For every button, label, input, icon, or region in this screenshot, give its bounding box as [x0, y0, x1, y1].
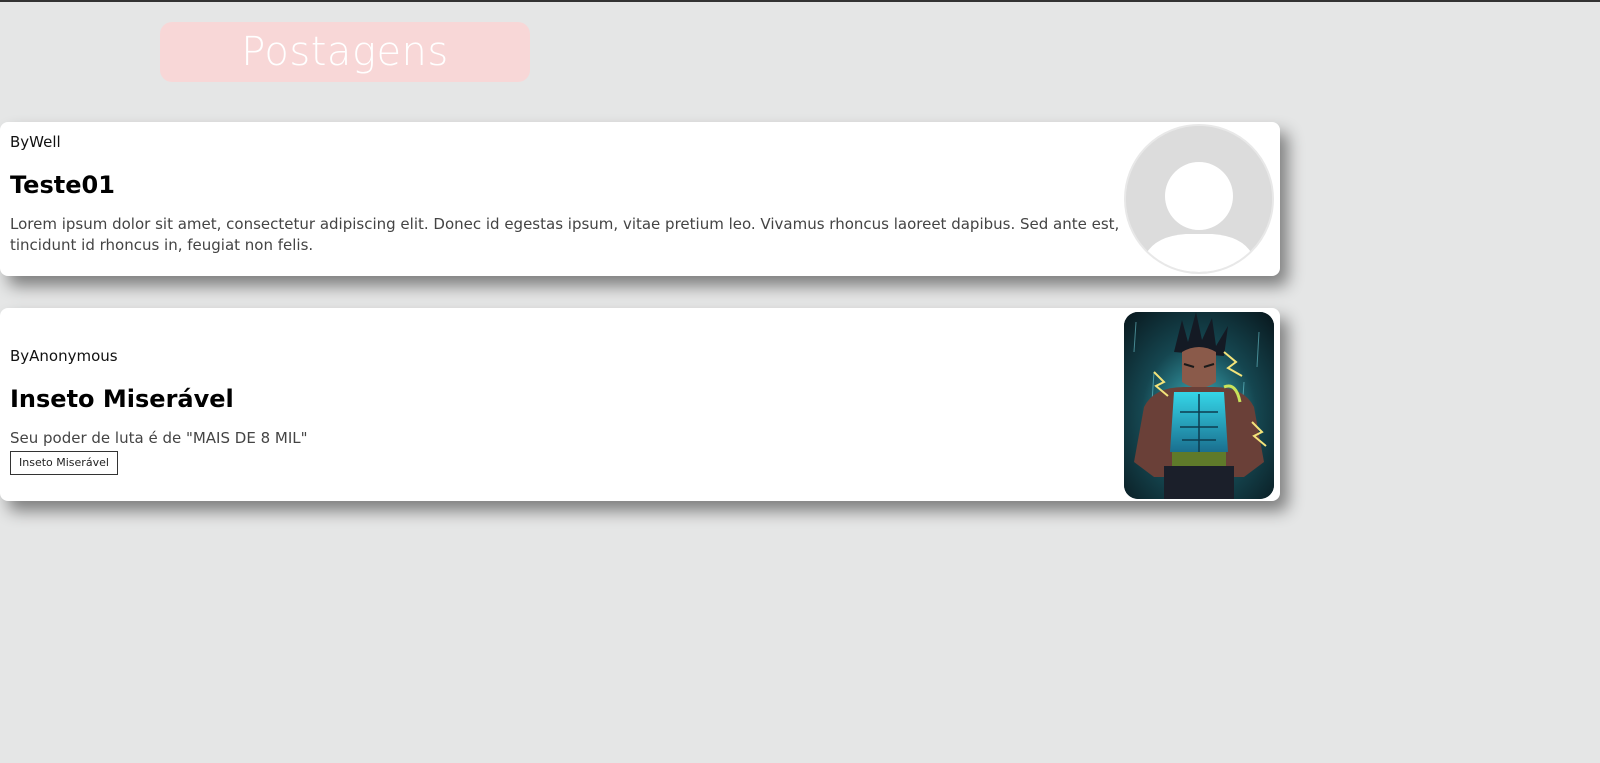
post-author: ByAnonymous	[10, 347, 118, 365]
anime-character-image	[1124, 312, 1274, 499]
post-text: Seu poder de luta é de "MAIS DE 8 MIL"	[10, 429, 308, 447]
default-avatar-icon	[1124, 124, 1274, 274]
post-author: ByWell	[10, 133, 61, 151]
post-card: ByAnonymous Inseto Miserável Seu poder d…	[0, 308, 1280, 501]
page-title: Postagens	[241, 29, 449, 75]
page-header: Postagens	[160, 22, 530, 82]
post-tag-button[interactable]: Inseto Miserável	[10, 451, 118, 475]
post-card: ByWell Teste01 Lorem ipsum dolor sit ame…	[0, 122, 1280, 276]
post-body: ByWell Teste01 Lorem ipsum dolor sit ame…	[10, 132, 1120, 256]
post-text: Lorem ipsum dolor sit amet, consectetur …	[10, 215, 1120, 254]
post-title: Inseto Miserável	[10, 385, 234, 413]
post-title: Teste01	[10, 171, 115, 199]
post-body: ByAnonymous Inseto Miserável Seu poder d…	[10, 346, 1120, 475]
